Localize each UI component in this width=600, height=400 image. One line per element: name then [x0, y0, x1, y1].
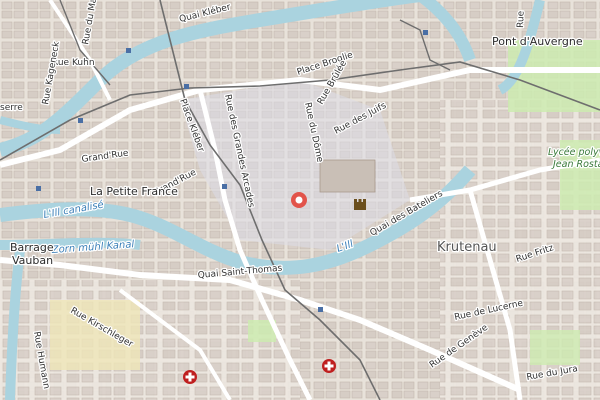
sports-grounds [50, 300, 140, 370]
label-serre: serre [0, 103, 23, 113]
tram-stop[interactable] [36, 186, 41, 191]
tram-stop[interactable] [423, 30, 428, 35]
label-rue-vertical-right: Rue [516, 10, 527, 28]
tram-stop[interactable] [222, 184, 227, 189]
label-barrage-1: Barrage [10, 241, 54, 254]
map-canvas[interactable]: Quai Kléber Rue du Marais Vert Place Bro… [0, 0, 600, 400]
label-krutenau: Krutenau [437, 240, 497, 255]
tram-stop[interactable] [318, 307, 323, 312]
label-lycee-1: Lycée polyva [548, 147, 600, 158]
tram-stop[interactable] [184, 84, 189, 89]
label-la-petite-france: La Petite France [90, 185, 178, 198]
hospital-cross-icon[interactable] [322, 359, 336, 373]
street-map[interactable]: Quai Kléber Rue du Marais Vert Place Bro… [0, 0, 600, 400]
castle-icon[interactable] [354, 199, 366, 210]
label-barrage-2: Vauban [12, 254, 53, 267]
cathedral-building [319, 159, 376, 193]
park-southeast [530, 330, 580, 365]
label-pont-dauvergne: Pont d'Auvergne [492, 35, 583, 48]
location-pin-icon[interactable] [291, 192, 307, 208]
label-lycee-2: Jean Rosta [551, 159, 600, 170]
hospital-cross-icon[interactable] [183, 370, 197, 384]
tram-stop[interactable] [78, 118, 83, 123]
tram-stop[interactable] [126, 48, 131, 53]
